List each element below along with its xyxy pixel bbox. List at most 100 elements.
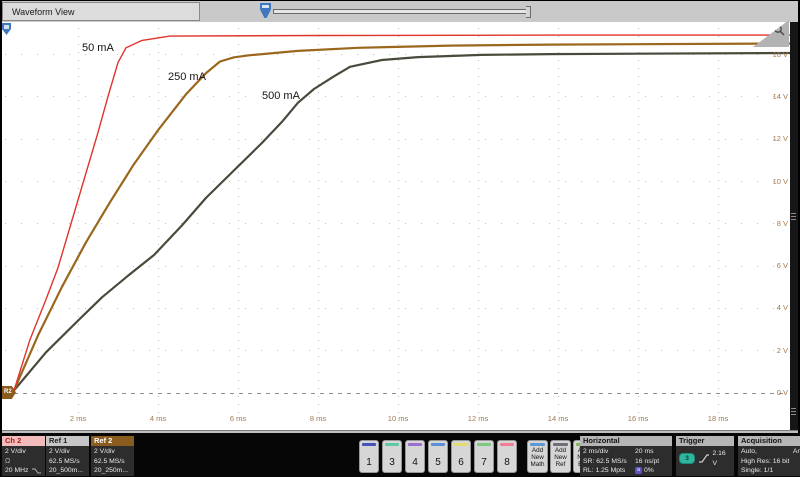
channel-color-stripe — [385, 443, 399, 446]
tab-bar: Waveform View — [2, 1, 798, 23]
trigger-panel-title: Trigger — [676, 436, 734, 446]
channel-button-3[interactable]: 3 — [382, 440, 402, 473]
channel-button-6[interactable]: 6 — [451, 440, 471, 473]
button-label: 5 — [435, 457, 441, 468]
y-tick-label: 12 V — [772, 134, 788, 144]
horizontal-scale: 2 ms/div — [583, 448, 609, 455]
channel-button-1[interactable]: 1 — [359, 440, 379, 473]
acquisition-panel[interactable]: Acquisition Auto, Ana High Res: 16 bit S… — [738, 436, 800, 476]
button-label: 7 — [481, 457, 487, 468]
curve-label-ref1-500mA: 500 mA — [262, 90, 300, 103]
tab-label: Waveform View — [12, 7, 75, 17]
ref2-file: 20_250m... — [94, 467, 129, 475]
ref-badge-ref1[interactable]: Ref 1 2 V/div 62.5 MS/s 20_500m... — [46, 436, 89, 476]
horizontal-window: 20 ms — [635, 448, 654, 455]
bandwidth-filter-icon — [32, 468, 41, 474]
ch2-bandwidth: 20 MHz — [5, 467, 29, 475]
pan-slider-end-cap — [526, 6, 531, 18]
button-label: 4 — [412, 457, 418, 468]
acquisition-single: Single: 1/1 — [741, 467, 774, 475]
scrollbar-grip — [791, 414, 796, 415]
y-tick-label: 10 V — [772, 176, 788, 186]
channel-button-8[interactable]: 8 — [497, 440, 517, 473]
button-label: 8 — [504, 457, 510, 468]
oscilloscope-ui: Waveform View R2 2 ms 4 ms 6 ms 8 ms 10 ms 12… — [0, 0, 800, 477]
x-tick-label: 16 ms — [627, 414, 649, 423]
acquisition-panel-title: Acquisition — [738, 436, 800, 446]
channel-buttons: 1 3 4 5 6 7 8 — [359, 440, 517, 473]
x-tick-label: 4 ms — [149, 414, 167, 423]
vertical-scrollbar[interactable] — [790, 22, 798, 430]
channel-color-stripe — [454, 443, 468, 446]
x-tick-label: 2 ms — [69, 414, 87, 423]
trigger-level: 2.16 V — [712, 450, 726, 467]
button-label: 6 — [458, 457, 464, 468]
x-tick-label: 12 ms — [467, 414, 489, 423]
channel-button-5[interactable]: 5 — [428, 440, 448, 473]
channel-button-7[interactable]: 7 — [474, 440, 494, 473]
channel-color-stripe — [362, 443, 376, 446]
ref1-scale: 2 V/div — [49, 448, 70, 455]
x-tick-label: 10 ms — [387, 414, 409, 423]
ref2-sample-rate: 62.5 MS/s — [94, 457, 125, 465]
channel-color-stripe — [431, 443, 445, 446]
channel-color-stripe — [477, 443, 491, 446]
button-label: 1 — [366, 457, 372, 468]
x-tick-label: 18 ms — [707, 414, 729, 423]
trigger-panel[interactable]: Trigger 3 2.16 V — [676, 436, 734, 476]
curve-label-ch2-50mA: 50 mA — [82, 41, 114, 54]
button-color-stripe — [553, 443, 568, 446]
scrollbar-grip — [791, 411, 796, 412]
trigger-source-badge: 3 — [679, 453, 696, 465]
ch2-scale: 2 V/div — [5, 448, 26, 455]
y-tick-label: 16 V — [772, 49, 788, 59]
channel-color-stripe — [408, 443, 422, 446]
trace-ref2-250mA — [12, 42, 790, 392]
curve-label-ref2-250mA: 250 mA — [168, 71, 206, 84]
pan-slider-handle[interactable] — [260, 3, 271, 18]
channel-color-stripe — [500, 443, 514, 446]
y-tick-label: 2 V — [776, 345, 788, 355]
horizontal-position: 0% — [644, 467, 654, 475]
x-tick-label: 14 ms — [547, 414, 569, 423]
button-label-line: Math — [530, 460, 545, 468]
trace-ref1-500mA — [12, 51, 790, 392]
status-bar: Ch 2 2 V/div Ω 20 MHz Ref 1 2 V/div 62.5… — [0, 433, 800, 477]
rising-edge-icon — [699, 454, 710, 463]
y-tick-label: 0 V — [776, 388, 788, 397]
horizontal-record-length: RL: 1.25 Mpts — [583, 467, 626, 475]
waveform-display[interactable]: R2 2 ms 4 ms 6 ms 8 ms 10 ms 12 ms 14 ms 16 ms 1… — [2, 20, 790, 430]
y-tick-label: 4 V — [776, 303, 788, 313]
channel-badge-ch2[interactable]: Ch 2 2 V/div Ω 20 MHz — [2, 436, 45, 476]
scrollbar-grip — [791, 213, 796, 214]
ref-badge-ref2[interactable]: Ref 2 2 V/div 62.5 MS/s 20_250m... — [91, 436, 134, 476]
ch2-badge-title: Ch 2 — [2, 436, 45, 446]
acquisition-mode-right: Ana — [792, 448, 800, 455]
y-tick-label: 8 V — [776, 218, 788, 228]
horizontal-panel[interactable]: Horizontal 2 ms/div 20 ms SR: 62.5 MS/s … — [580, 436, 672, 476]
channel-button-4[interactable]: 4 — [405, 440, 425, 473]
button-color-stripe — [530, 443, 545, 446]
pan-slider-track[interactable] — [273, 9, 528, 14]
add-new-math-button[interactable]: Add New Math — [527, 440, 548, 473]
trace-ch2-50mA — [13, 34, 790, 392]
ref1-sample-rate: 62.5 MS/s — [49, 457, 80, 465]
x-tick-label: 8 ms — [309, 414, 327, 423]
ref2-scale: 2 V/div — [94, 448, 115, 455]
ref1-badge-title: Ref 1 — [46, 436, 89, 446]
scrollbar-grip — [791, 216, 796, 217]
acquisition-mode: Auto, — [741, 448, 757, 455]
ref1-file: 20_500m... — [49, 467, 84, 475]
ref2-badge-title: Ref 2 — [91, 436, 134, 446]
multipurpose-knob-icon: a — [635, 466, 642, 474]
scrollbar-grip — [791, 408, 796, 409]
scrollbar-grip — [791, 219, 796, 220]
add-new-ref-button[interactable]: Add New Ref — [550, 440, 571, 473]
horizontal-panel-title: Horizontal — [580, 436, 672, 446]
button-label: 3 — [389, 457, 395, 468]
impedance-icon: Ω — [5, 457, 11, 465]
waveform-traces — [12, 34, 790, 392]
x-tick-label: 6 ms — [229, 414, 247, 423]
y-tick-label: 6 V — [776, 261, 788, 271]
tab-waveform-view[interactable]: Waveform View — [2, 2, 200, 21]
